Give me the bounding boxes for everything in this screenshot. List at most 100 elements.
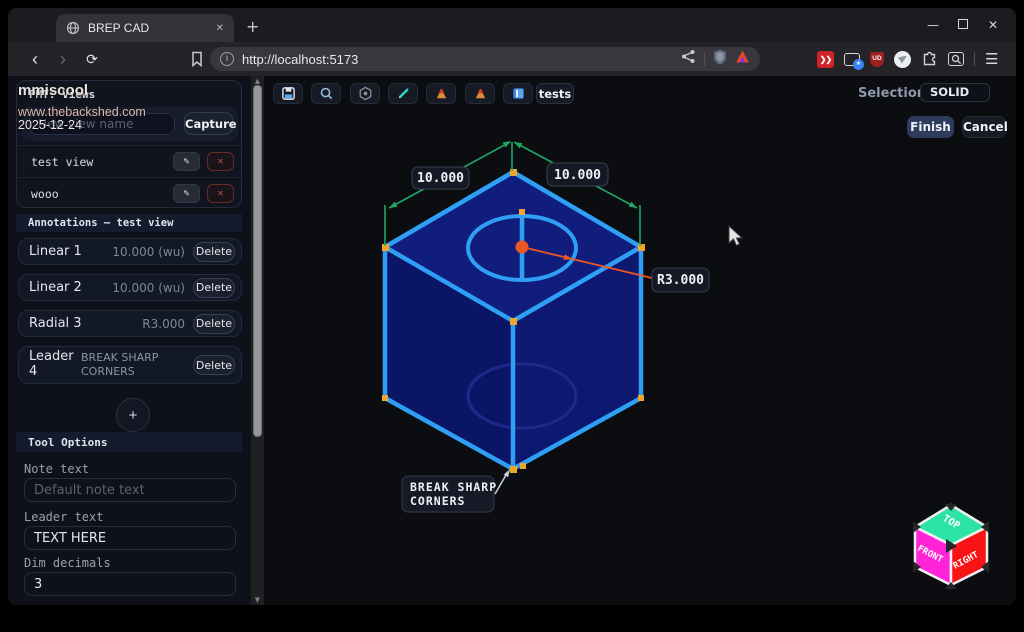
forward-button[interactable]: › (52, 42, 74, 76)
share-icon[interactable] (681, 49, 696, 69)
brave-logo-icon[interactable] (735, 50, 750, 69)
dim-label-right[interactable]: 10.000 (554, 168, 601, 183)
back-button[interactable]: ‹ (24, 42, 46, 76)
annotation-value: R3.000 (142, 317, 185, 331)
add-annotation-button[interactable]: + (116, 398, 150, 432)
note-text-label: Note text (24, 462, 89, 476)
browser-tab[interactable]: BREP CAD ✕ (56, 14, 234, 42)
annotation-value: BREAK SHARP CORNERS (81, 351, 175, 379)
window-extension-icon[interactable]: ★ (844, 53, 860, 66)
settings-tool-button[interactable] (350, 83, 380, 104)
annotation-row: Leader 4 BREAK SHARP CORNERS Delete (18, 346, 242, 384)
finish-button[interactable]: Finish (907, 116, 954, 138)
leader-note-line2: CORNERS (410, 494, 465, 508)
brave-shield-icon[interactable] (713, 49, 727, 70)
main-area: 10.000 10.000 R3.000 BREAK S (264, 76, 1016, 605)
divider (704, 52, 705, 66)
menu-icon[interactable]: ☰ (985, 50, 998, 68)
gear-icon (358, 86, 373, 101)
edit-view-button[interactable]: ✎ (173, 152, 200, 171)
dim-decimals-input[interactable] (24, 572, 236, 596)
panel-tool-button[interactable] (503, 83, 533, 104)
edit-view-button[interactable]: ✎ (173, 184, 200, 203)
browser-window: BREP CAD ✕ + — ✕ ‹ › ⟳ i http://localhos… (8, 8, 1016, 605)
cancel-button[interactable]: Cancel (962, 116, 1006, 138)
view-list-item[interactable]: test view ✎ ✕ (17, 145, 243, 177)
extensions-row: ❯❯ ★ UD ☰ (817, 42, 998, 76)
pencil-icon (396, 86, 411, 101)
star-badge-icon: ★ (853, 59, 864, 70)
selection-mode-select[interactable]: SOLID (920, 83, 990, 102)
title-bar: BREP CAD ✕ + — ✕ (8, 8, 1016, 42)
new-tab-button[interactable]: + (246, 16, 259, 38)
app-content: mmiscool www.thebackshed.com 2025-12-24 … (8, 76, 1016, 605)
leader-note-line1: BREAK SHARP (410, 480, 497, 494)
delete-view-button[interactable]: ✕ (207, 184, 234, 203)
tests-button[interactable]: tests (536, 83, 574, 104)
view-cube[interactable]: TOP FRONT RIGHT (913, 504, 989, 589)
cad-viewport[interactable]: 10.000 10.000 R3.000 BREAK S (264, 76, 1016, 605)
search-tabs-icon[interactable] (948, 52, 964, 66)
chamfer-tool-button[interactable] (426, 83, 456, 104)
view-name: wooo (31, 187, 173, 201)
delete-annotation-button[interactable]: Delete (193, 355, 235, 375)
annotations-header: Annotations — test view (16, 214, 242, 232)
delete-annotation-button[interactable]: Delete (193, 242, 235, 262)
save-button[interactable] (273, 83, 303, 104)
annotation-name: Leader 4 (29, 350, 75, 380)
mouse-cursor (729, 226, 742, 246)
divider (974, 52, 975, 66)
sidebar: mmiscool www.thebackshed.com 2025-12-24 … (8, 76, 251, 605)
search-tool-button[interactable] (311, 83, 341, 104)
leader-note[interactable]: BREAK SHARP CORNERS (402, 469, 510, 512)
maximize-button[interactable] (948, 18, 978, 32)
radial-center-handle[interactable] (516, 241, 529, 254)
address-bar: ‹ › ⟳ i http://localhost:5173 (8, 42, 1016, 76)
annotation-value: 10.000 (wu) (112, 245, 185, 259)
dim-label-left[interactable]: 10.000 (417, 171, 464, 186)
annotation-value: 10.000 (wu) (112, 281, 185, 295)
annotation-name: Linear 1 (29, 244, 82, 259)
tab-title: BREP CAD (88, 21, 208, 35)
views-input-row: Capture (21, 107, 238, 141)
delete-annotation-button[interactable]: Delete (193, 314, 235, 334)
tab-close-icon[interactable]: ✕ (216, 23, 224, 34)
delete-view-button[interactable]: ✕ (207, 152, 234, 171)
annotation-row: Radial 3 R3.000 Delete (18, 310, 242, 337)
url-bar[interactable]: i http://localhost:5173 (210, 47, 760, 71)
capture-button[interactable]: Capture (184, 112, 233, 135)
site-info-icon[interactable]: i (220, 52, 234, 66)
search-icon (319, 86, 334, 101)
draw-tool-button[interactable] (388, 83, 418, 104)
delete-annotation-button[interactable]: Delete (193, 278, 235, 298)
puzzle-extensions-icon[interactable] (921, 48, 938, 71)
leader-text-input[interactable] (24, 526, 236, 550)
scrollbar-thumb[interactable] (253, 85, 262, 437)
annotation-row: Linear 2 10.000 (wu) Delete (18, 274, 242, 301)
minimize-button[interactable]: — (918, 18, 948, 32)
views-panel: PMT: Views Capture test view ✎ ✕ wooo ✎ … (16, 80, 242, 208)
cone-icon (434, 86, 449, 101)
url-text: http://localhost:5173 (242, 52, 673, 67)
tool-options-header: Tool Options (16, 432, 242, 452)
new-view-name-input[interactable] (29, 113, 175, 135)
view-name: test view (31, 155, 173, 169)
annotation-row: Linear 1 10.000 (wu) Delete (18, 238, 242, 265)
leader-text-label: Leader text (24, 510, 103, 524)
fillet-tool-button[interactable] (465, 83, 495, 104)
scroll-down-icon[interactable]: ▼ (251, 595, 264, 605)
views-header: PMT: Views (29, 88, 95, 101)
window-close-button[interactable]: ✕ (978, 18, 1008, 32)
bookmark-icon[interactable] (186, 42, 208, 76)
view-list-item[interactable]: wooo ✎ ✕ (17, 177, 243, 209)
dim-decimals-label: Dim decimals (24, 556, 111, 570)
sidebar-scrollbar[interactable]: ▲ ▼ (251, 76, 264, 605)
save-icon (281, 86, 296, 101)
reload-button[interactable]: ⟳ (80, 42, 104, 76)
chevrons-extension-icon[interactable]: ❯❯ (817, 51, 834, 68)
circle-extension-icon[interactable] (894, 51, 911, 68)
cone-icon (473, 86, 488, 101)
note-text-input[interactable] (24, 478, 236, 502)
ud-extension-icon[interactable]: UD (870, 52, 884, 67)
radial-label[interactable]: R3.000 (657, 273, 704, 288)
